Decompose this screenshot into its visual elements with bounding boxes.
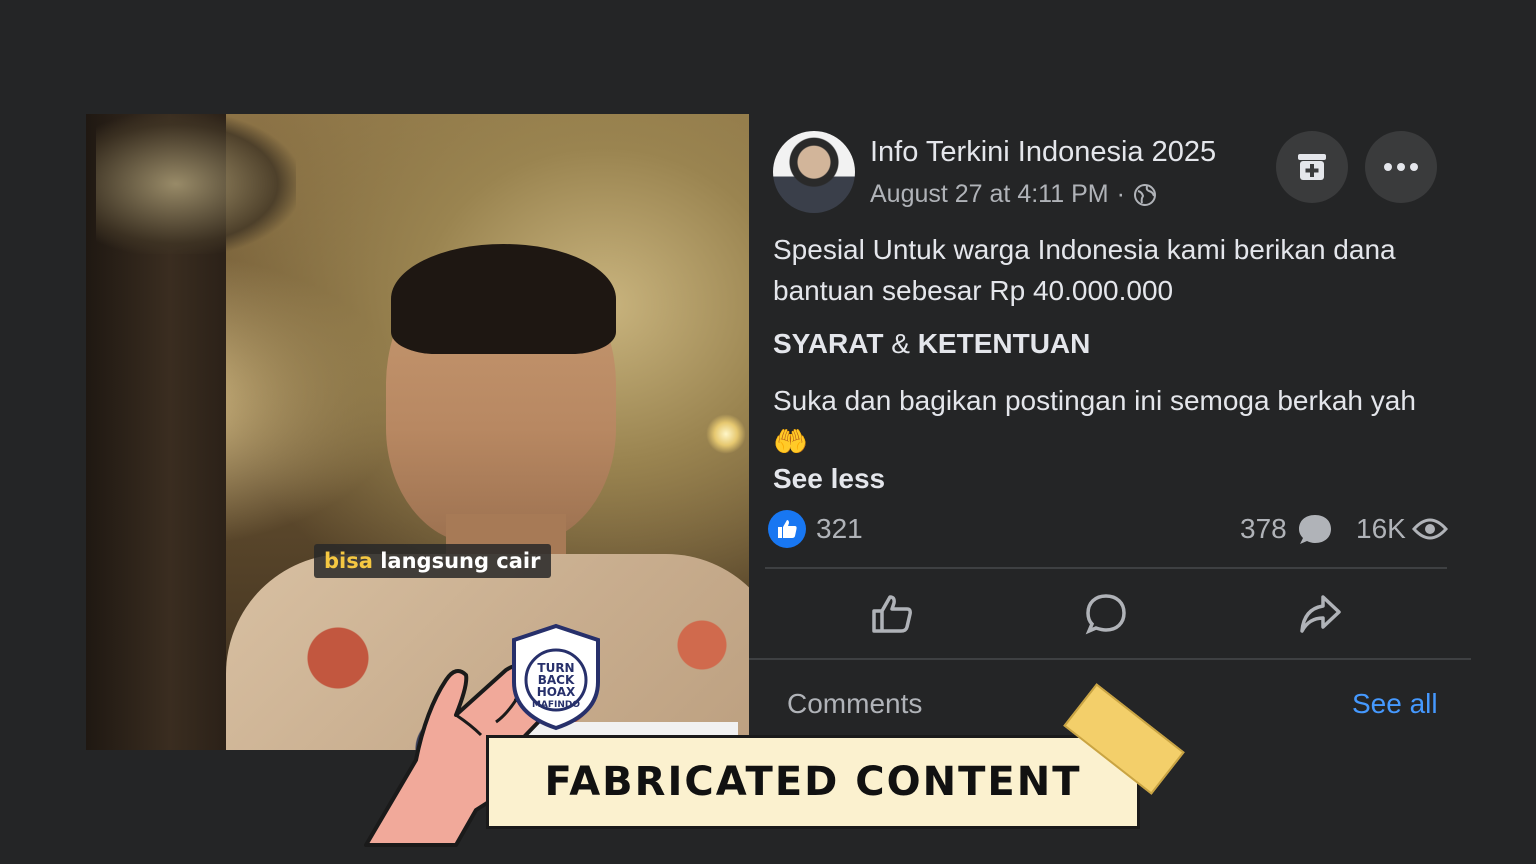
more-icon — [1384, 163, 1418, 171]
save-button[interactable] — [1276, 131, 1348, 203]
instructions-text: Suka dan bagikan postingan ini semoga be… — [773, 385, 1416, 416]
comment-icon — [1085, 594, 1126, 635]
see-less-link[interactable]: See less — [773, 463, 885, 495]
post-body-instructions: Suka dan bagikan postingan ini semoga be… — [773, 380, 1423, 462]
share-icon — [1300, 595, 1341, 633]
caption-text: langsung cair — [372, 549, 541, 573]
page-name[interactable]: Info Terkini Indonesia 2025 — [870, 136, 1216, 169]
like-icon — [872, 595, 912, 633]
comments-heading: Comments — [787, 688, 923, 719]
like-reaction-badge[interactable] — [768, 510, 806, 548]
post-timestamp[interactable]: August 27 at 4:11 PM — [870, 180, 1109, 209]
save-icon — [1298, 154, 1326, 180]
video-caption: bisa langsung cair — [314, 544, 551, 578]
comment-count[interactable]: 378 — [1240, 513, 1287, 545]
globe-icon — [1133, 183, 1156, 206]
actions-divider — [749, 658, 1471, 660]
like-button[interactable] — [862, 584, 922, 644]
video-person-hair — [391, 244, 616, 354]
share-button[interactable] — [1290, 584, 1350, 644]
meta-separator: · — [1116, 180, 1125, 208]
see-all-comments-link[interactable]: See all — [1352, 688, 1438, 720]
page-avatar[interactable] — [773, 131, 855, 213]
reaction-count[interactable]: 321 — [816, 513, 863, 545]
heading-syarat: SYARAT — [773, 328, 884, 359]
post-meta: August 27 at 4:11 PM · — [870, 180, 1157, 209]
stats-divider — [765, 567, 1447, 569]
heading-ampersand: & — [883, 328, 918, 359]
heading-ketentuan: KETENTUAN — [917, 328, 1091, 359]
thumbs-up-icon — [778, 520, 797, 538]
video-chandelier — [96, 114, 296, 254]
view-count[interactable]: 16K — [1356, 513, 1406, 545]
badge-bottom-text: HOAX — [536, 685, 576, 699]
badge-text: TURN BACK HOAX — [528, 662, 584, 698]
fabricated-content-banner: FABRICATED CONTENT — [486, 735, 1140, 829]
banner-label: FABRICATED CONTENT — [544, 759, 1082, 805]
comment-button[interactable] — [1076, 584, 1136, 644]
eye-icon — [1412, 518, 1448, 540]
comment-bubble-icon — [1299, 515, 1331, 544]
more-options-button[interactable] — [1365, 131, 1437, 203]
post-heading: SYARAT & KETENTUAN — [773, 328, 1090, 360]
video-lamp — [706, 414, 746, 454]
badge-org-text: MAFINDO — [531, 700, 581, 710]
post-body-intro: Spesial Untuk warga Indonesia kami berik… — [773, 234, 1396, 306]
caption-highlight: bisa — [324, 549, 373, 573]
badge-top-text: TURN BACK — [537, 661, 575, 687]
hands-emoji: 🤲 — [773, 426, 808, 457]
